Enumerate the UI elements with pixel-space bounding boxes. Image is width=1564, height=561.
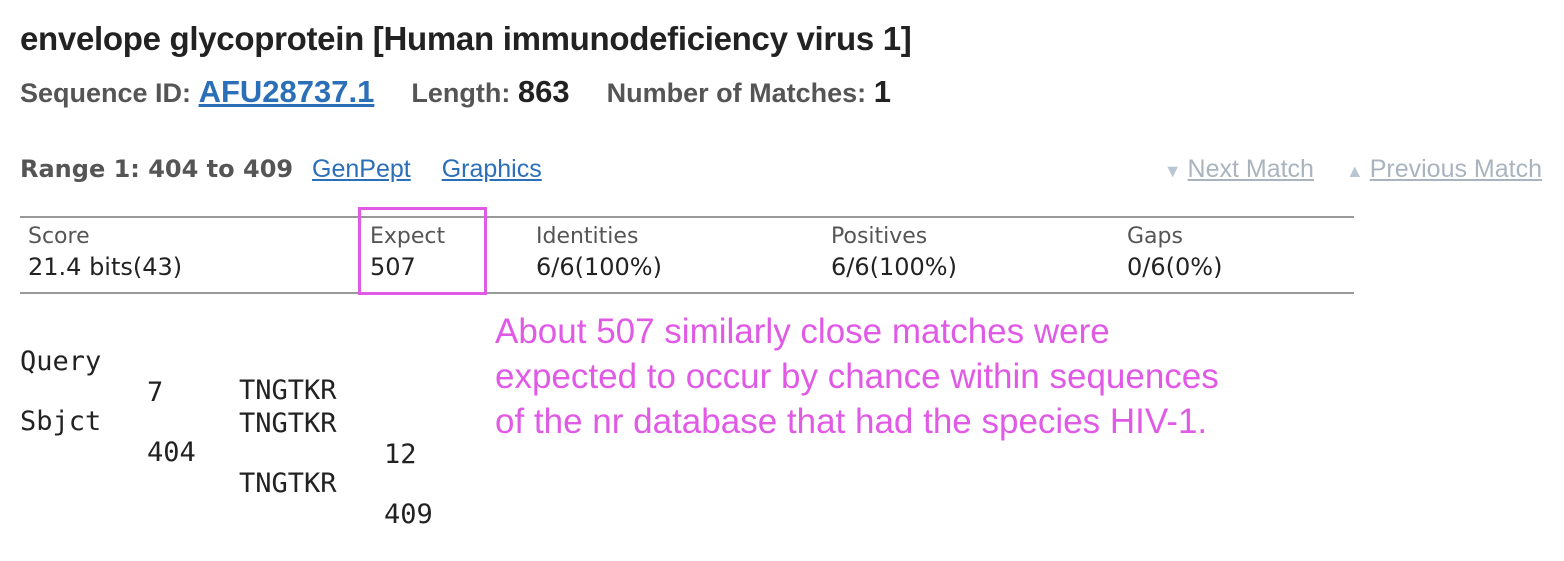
midline-sequence: TNGTKR bbox=[239, 375, 337, 406]
page-title: envelope glycoprotein [Human immunodefic… bbox=[20, 20, 912, 57]
expect-highlight-box bbox=[358, 207, 487, 295]
stat-header: Identities bbox=[536, 224, 639, 249]
stat-header: Positives bbox=[831, 224, 928, 249]
length-value: 863 bbox=[517, 74, 570, 109]
sequence-id-link[interactable]: AFU28737.1 bbox=[199, 74, 375, 109]
stat-header: Score bbox=[28, 224, 90, 249]
annotation-line: expected to occur by chance within seque… bbox=[495, 357, 1219, 396]
length-label: Length: bbox=[411, 78, 511, 108]
next-match-link[interactable]: Next Match bbox=[1188, 155, 1314, 183]
stat-value: 21.4 bits(43) bbox=[28, 253, 183, 281]
stat-identities: Identities 6/6(100%) bbox=[536, 224, 662, 281]
matches-label: Number of Matches: bbox=[606, 78, 867, 108]
stat-gaps: Gaps 0/6(0%) bbox=[1127, 224, 1222, 281]
stat-positives: Positives 6/6(100%) bbox=[831, 224, 957, 281]
triangle-up-icon: ▲ bbox=[1345, 161, 1364, 181]
sbjct-sequence: TNGTKR bbox=[239, 468, 337, 499]
alignment-stats-table: Score 21.4 bits(43) Expect 507 Identitie… bbox=[20, 216, 1354, 294]
match-navigation: ▼ Next Match ▲ Previous Match bbox=[1164, 155, 1542, 184]
graphics-link[interactable]: Graphics bbox=[442, 155, 542, 183]
range-label: Range 1: 404 to 409 bbox=[20, 155, 294, 183]
previous-match-link[interactable]: Previous Match bbox=[1370, 155, 1542, 183]
triangle-down-icon: ▼ bbox=[1163, 161, 1182, 181]
sbjct-row: Sbjct 404 TNGTKR 409 bbox=[20, 375, 433, 561]
stat-value: 6/6(100%) bbox=[536, 253, 662, 281]
annotation-note: About 507 similarly close matches were e… bbox=[495, 309, 1395, 444]
sbjct-start: 404 bbox=[147, 437, 196, 468]
sbjct-label: Sbjct bbox=[20, 406, 102, 437]
sequence-id-label: Sequence ID: bbox=[20, 78, 192, 108]
stat-value: 6/6(100%) bbox=[831, 253, 957, 281]
sequence-alignment: Query 7 TNGTKR 12 TNGTKR Sbjct 404 TNGTK… bbox=[20, 315, 433, 530]
query-start: 7 bbox=[147, 377, 164, 408]
stat-score: Score 21.4 bits(43) bbox=[28, 224, 182, 281]
sequence-meta: Sequence ID: AFU28737.1 Length: 863 Numb… bbox=[20, 74, 891, 110]
annotation-line: About 507 similarly close matches were bbox=[495, 312, 1110, 351]
stat-header: Gaps bbox=[1127, 224, 1183, 249]
range-header: Range 1: 404 to 409 GenPept Graphics bbox=[20, 155, 542, 184]
stat-value: 0/6(0%) bbox=[1127, 253, 1223, 281]
sbjct-end: 409 bbox=[384, 499, 433, 530]
query-sequence: TNGTKR bbox=[239, 408, 337, 439]
annotation-line: of the nr database that had the species … bbox=[495, 402, 1208, 441]
matches-value: 1 bbox=[873, 74, 891, 109]
genpept-link[interactable]: GenPept bbox=[312, 155, 411, 183]
query-end: 12 bbox=[384, 439, 417, 470]
